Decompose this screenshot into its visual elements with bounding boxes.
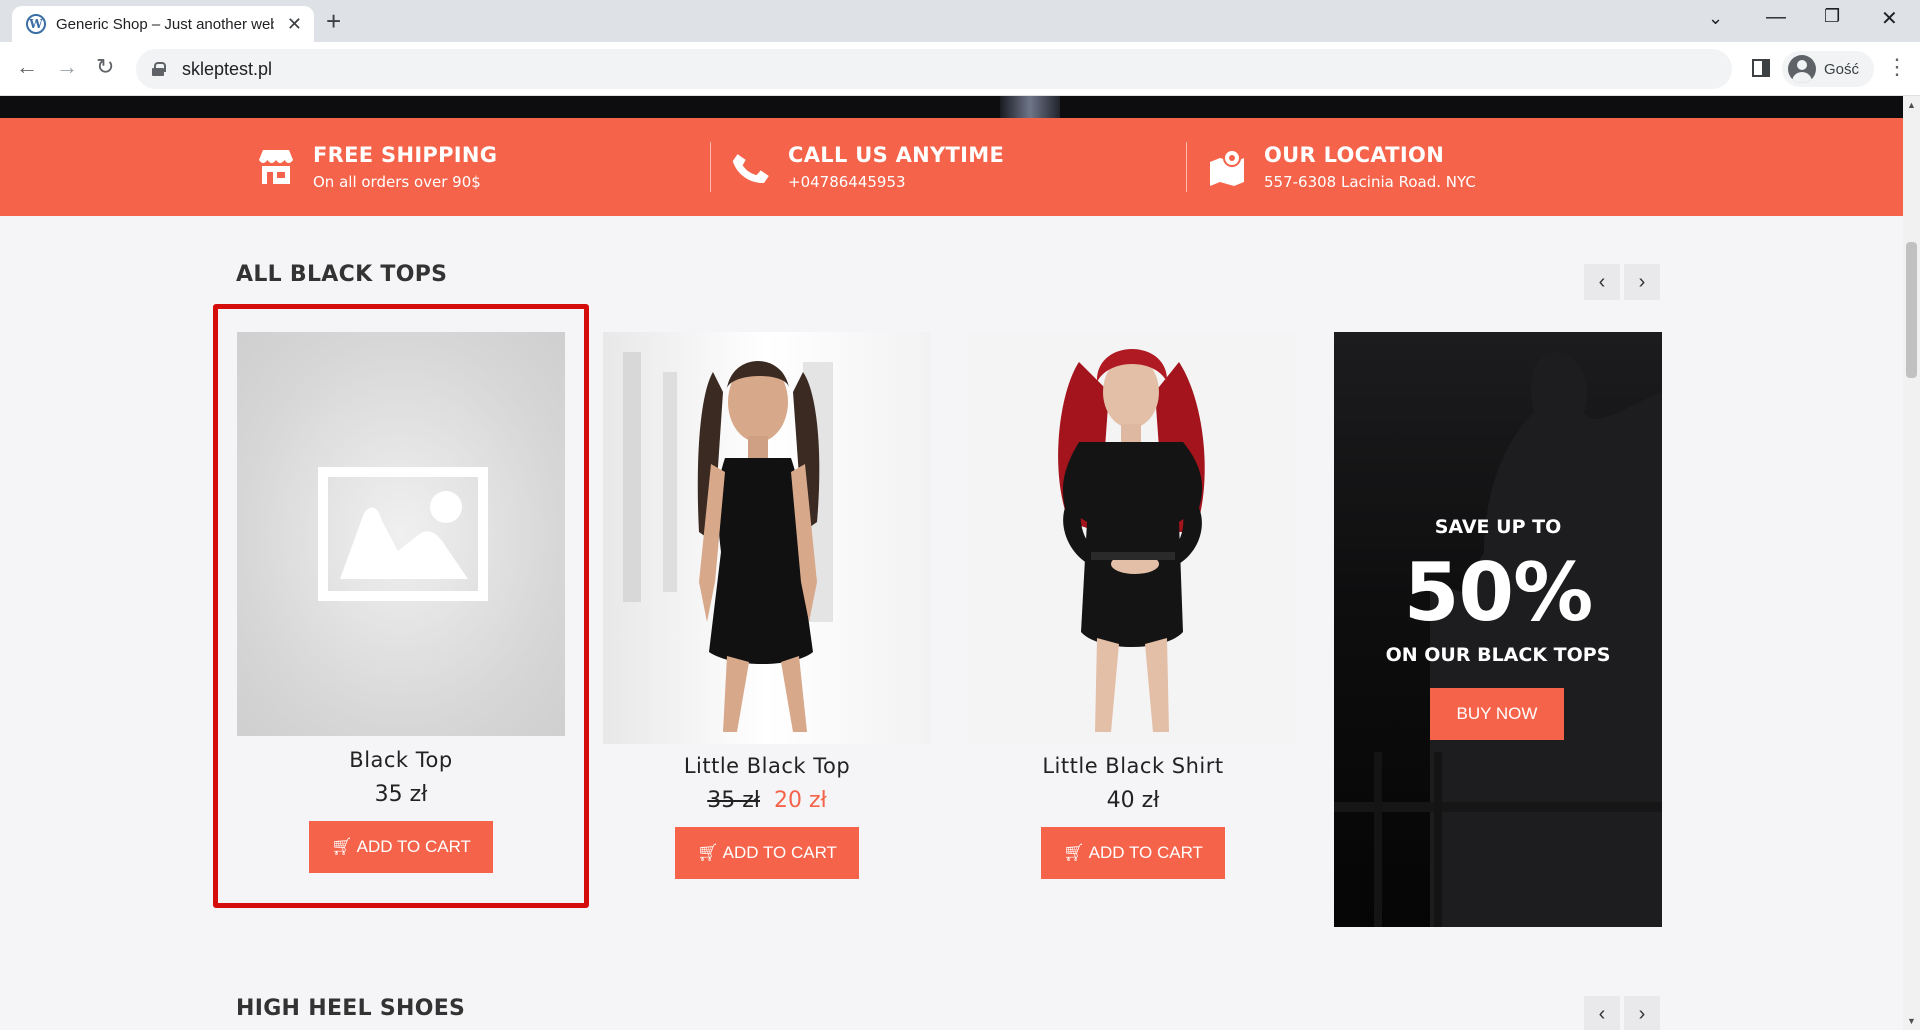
product-image-little-black-top[interactable]	[603, 332, 931, 744]
map-pin-icon	[1210, 149, 1244, 186]
phone-icon	[732, 154, 769, 183]
add-to-cart-button[interactable]: 🛒︎ ADD TO CART	[675, 827, 859, 879]
feature-title: CALL US ANYTIME	[788, 143, 1005, 167]
wordpress-icon: W	[26, 14, 46, 34]
product-price: 35 zł 20 zł	[603, 788, 931, 813]
side-panel-icon[interactable]	[1752, 59, 1770, 77]
features-bar: FREE SHIPPING On all orders over 90$ CAL…	[0, 118, 1903, 216]
carousel-prev-button[interactable]: ‹	[1584, 264, 1620, 300]
feature-subtitle: On all orders over 90$	[313, 173, 481, 191]
feature-call: CALL US ANYTIME +04786445953	[730, 118, 1004, 216]
feature-title: FREE SHIPPING	[313, 143, 498, 167]
browser-tab-bar: W Generic Shop – Just another web ✕ + ⌄ …	[0, 0, 1920, 42]
tab-title: Generic Shop – Just another web	[56, 15, 274, 33]
promo-banner: SAVE UP TO 50% ON OUR BLACK TOPS BUY NOW	[1334, 332, 1662, 927]
back-icon[interactable]: ←	[16, 54, 38, 80]
feature-subtitle: +04786445953	[788, 173, 906, 191]
promo-discount: 50%	[1403, 546, 1593, 639]
section-title: HIGH HEEL SHOES	[236, 996, 466, 1021]
browser-tab[interactable]: W Generic Shop – Just another web ✕	[12, 6, 314, 42]
feature-location: OUR LOCATION 557-6308 Lacinia Road. NYC	[1206, 118, 1476, 216]
browser-toolbar: ← → ↻ skleptest.pl Gość ⋮	[0, 42, 1920, 96]
add-to-cart-label: ADD TO CART	[722, 843, 837, 862]
reload-icon[interactable]: ↻	[96, 54, 114, 80]
forward-icon[interactable]: →	[56, 54, 78, 80]
restore-icon[interactable]: ❐	[1824, 6, 1840, 27]
carousel-next-button[interactable]: ›	[1624, 996, 1660, 1030]
tab-search-icon[interactable]: ⌄	[1708, 8, 1723, 29]
product-image-little-black-shirt[interactable]	[969, 332, 1297, 744]
buy-now-button[interactable]: BUY NOW	[1430, 688, 1564, 740]
promo-line-top: SAVE UP TO	[1434, 516, 1562, 538]
hero-banner-bottom	[0, 96, 1903, 118]
feature-subtitle: 557-6308 Lacinia Road. NYC	[1264, 173, 1476, 191]
feature-title: OUR LOCATION	[1264, 143, 1445, 167]
product-price: 40 zł	[1106, 788, 1160, 813]
product-name[interactable]: Little Black Top	[603, 754, 931, 778]
profile-button[interactable]: Gość	[1782, 51, 1874, 87]
avatar-icon	[1788, 55, 1816, 83]
more-menu-icon[interactable]: ⋮	[1886, 54, 1908, 80]
page-viewport: FREE SHIPPING On all orders over 90$ CAL…	[0, 96, 1903, 1030]
promo-line-bottom: ON OUR BLACK TOPS	[1385, 644, 1611, 666]
minimize-icon[interactable]: —	[1766, 6, 1786, 29]
product-sale-price: 20 zł	[774, 788, 827, 813]
add-to-cart-label: ADD TO CART	[1088, 843, 1203, 862]
product-card-little-black-shirt: Little Black Shirt 40 zł 🛒︎ ADD TO CART	[969, 754, 1297, 879]
add-to-cart-button[interactable]: 🛒︎ ADD TO CART	[1041, 827, 1225, 879]
product-old-price: 35 zł	[707, 788, 760, 813]
section-title: ALL BLACK TOPS	[236, 262, 448, 287]
divider	[1186, 142, 1187, 192]
close-window-icon[interactable]: ✕	[1881, 6, 1898, 31]
profile-name: Gość	[1824, 60, 1860, 78]
cart-icon: 🛒︎	[1063, 843, 1085, 862]
close-tab-icon[interactable]: ✕	[287, 14, 302, 35]
url-text[interactable]: skleptest.pl	[182, 59, 272, 80]
address-bar[interactable]: skleptest.pl	[136, 49, 1732, 89]
divider	[710, 142, 711, 192]
carousel-next-button[interactable]: ›	[1624, 264, 1660, 300]
carousel-prev-button[interactable]: ‹	[1584, 996, 1620, 1030]
scrollbar-thumb[interactable]	[1906, 242, 1917, 378]
page-scrollbar[interactable]: ▲ ▼	[1903, 96, 1920, 1030]
lock-icon[interactable]	[152, 62, 166, 76]
product-name[interactable]: Little Black Shirt	[969, 754, 1297, 778]
product-card-little-black-top: Little Black Top 35 zł 20 zł 🛒︎ ADD TO CA…	[603, 754, 931, 879]
cart-icon: 🛒︎	[697, 843, 719, 862]
highlight-frame	[213, 304, 589, 908]
store-icon	[259, 150, 293, 184]
scroll-up-icon[interactable]: ▲	[1907, 100, 1916, 110]
scroll-down-icon[interactable]: ▼	[1907, 1016, 1916, 1026]
new-tab-icon[interactable]: +	[326, 8, 341, 34]
feature-shipping: FREE SHIPPING On all orders over 90$	[255, 118, 497, 216]
